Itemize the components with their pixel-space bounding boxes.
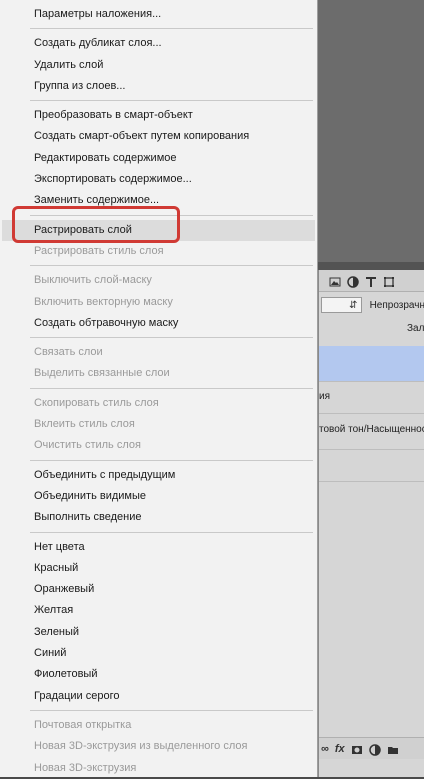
menu-item[interactable]: Экспортировать содержимое... — [0, 169, 317, 190]
menu-separator — [0, 457, 317, 465]
menu-separator — [0, 262, 317, 270]
shape-filter-icon[interactable] — [383, 275, 395, 287]
layer-row[interactable] — [319, 450, 424, 482]
menu-item[interactable]: Выполнить сведение — [0, 507, 317, 528]
menu-separator — [0, 212, 317, 220]
menu-item[interactable]: Удалить слой — [0, 55, 317, 76]
menu-item[interactable]: Нет цвета — [0, 537, 317, 558]
menu-item[interactable]: Группа из слоев... — [0, 76, 317, 97]
workspace-area — [318, 0, 424, 262]
opacity-label: Непрозрачн — [369, 299, 424, 311]
blend-opacity-row: ⇵ Непрозрачн — [319, 294, 424, 316]
lock-fill-row: Зал — [319, 320, 424, 338]
layer-row[interactable]: ия — [319, 382, 424, 414]
menu-item: Вклеить стиль слоя — [34, 418, 135, 431]
layer-row[interactable]: товой тон/Насыщенность — [319, 414, 424, 450]
menu-item[interactable]: Оранжевый — [0, 579, 317, 600]
menu-item: Выделить связанные слои — [34, 367, 170, 380]
menu-item[interactable]: Создать дубликат слоя... — [0, 33, 317, 54]
menu-item: Новая 3D-экструзия — [34, 761, 137, 774]
layer-row-selected[interactable] — [319, 346, 424, 382]
menu-item[interactable]: Объединить с предыдущим — [0, 465, 317, 486]
type-filter-icon[interactable] — [365, 275, 377, 287]
layer-name: ия — [319, 391, 331, 402]
new-group-icon[interactable] — [387, 743, 399, 755]
menu-item[interactable]: Объединить видимые — [0, 486, 317, 507]
menu-item: Скопировать стиль слоя — [34, 396, 159, 409]
menu-separator — [0, 707, 317, 715]
menu-item[interactable]: Создать обтравочную маску — [0, 313, 317, 334]
menu-separator — [0, 529, 317, 537]
menu-item[interactable]: Заменить содержимое... — [0, 190, 317, 211]
layer-name: товой тон/Насыщенность — [319, 424, 424, 435]
blend-mode-select[interactable]: ⇵ — [321, 297, 362, 313]
menu-item: Включить векторную маску — [34, 295, 173, 308]
adjustment-filter-icon[interactable] — [347, 275, 359, 288]
image-filter-icon[interactable] — [329, 275, 341, 287]
menu-item: Новая 3D-экструзия из выделенного слоя — [34, 740, 248, 753]
menu-separator — [0, 385, 317, 393]
layer-context-menu: Параметры наложения... Создать дубликат с… — [0, 0, 318, 777]
layers-panel: ⇵ Непрозрачн Зал ия товой тон/Насыщеннос… — [318, 270, 424, 777]
menu-separator — [0, 334, 317, 342]
menu-item: Растрировать стиль слоя — [34, 244, 164, 257]
menu-separator — [0, 25, 317, 33]
menu-item: Почтовая открытка — [34, 718, 132, 731]
menu-item: Связать слои — [34, 346, 103, 359]
menu-item[interactable]: Красный — [0, 558, 317, 579]
menu-item[interactable]: Фиолетовый — [0, 664, 317, 685]
menu-item[interactable]: Преобразовать в смарт-объект — [0, 105, 317, 126]
menu-item[interactable]: Редактировать содержимое — [0, 148, 317, 169]
menu-item[interactable]: Создать смарт-объект путем копирования — [0, 126, 317, 147]
menu-item: Выключить слой-маску — [34, 274, 152, 287]
menu-item[interactable]: Параметры наложения... — [0, 4, 317, 25]
panel-separator — [318, 262, 424, 270]
menu-item[interactable]: Желтая — [0, 600, 317, 621]
menu-item[interactable]: Растрировать слой — [2, 219, 315, 241]
fill-label: Зал — [407, 323, 424, 334]
adjustment-layer-icon[interactable] — [368, 743, 381, 756]
layer-filter-toolbar — [319, 270, 424, 292]
menu-item: Очистить стиль слоя — [34, 439, 141, 452]
link-layers-icon[interactable]: ∞ — [321, 743, 329, 755]
fx-icon[interactable]: fx — [335, 743, 345, 755]
menu-separator — [0, 97, 317, 105]
menu-item[interactable]: Зеленый — [0, 622, 317, 643]
menu-item[interactable]: Градации серого — [0, 686, 317, 707]
layers-panel-footer: ∞ fx — [319, 737, 424, 759]
menu-item[interactable]: Синий — [0, 643, 317, 664]
add-mask-icon[interactable] — [351, 743, 363, 755]
